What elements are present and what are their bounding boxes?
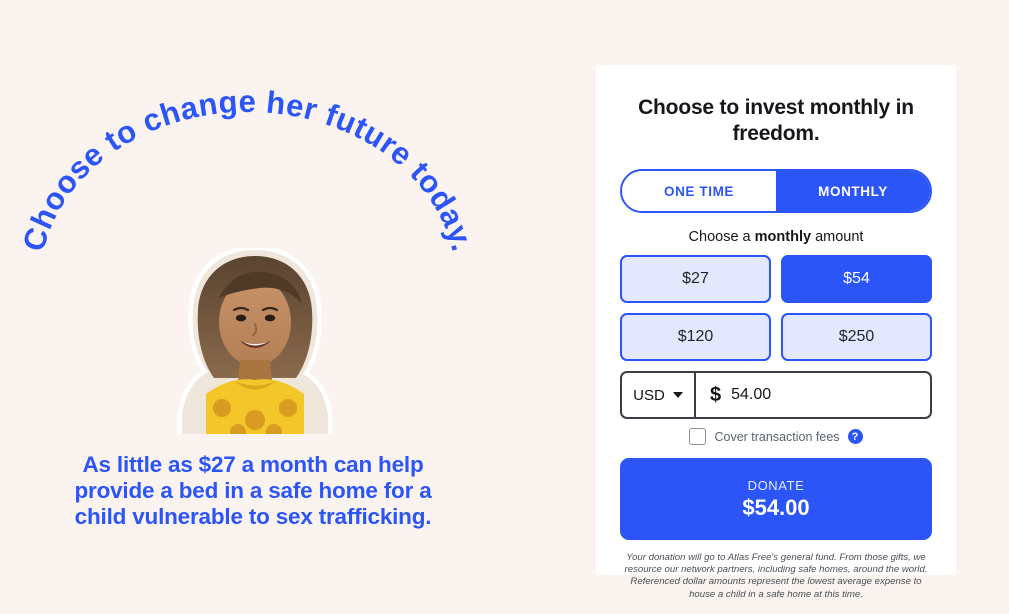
amount-instruction-emphasis: monthly xyxy=(754,229,812,245)
tab-monthly[interactable]: MONTHLY xyxy=(776,171,930,211)
custom-amount-field[interactable]: $ 54.00 xyxy=(696,373,930,417)
disclaimer-text: Your donation will go to Atlas Free's ge… xyxy=(624,552,928,600)
amount-input-row: USD $ 54.00 xyxy=(620,371,932,419)
amount-options: $27 $54 $120 $250 xyxy=(620,255,932,361)
help-icon[interactable]: ? xyxy=(847,429,863,444)
amount-instruction-prefix: Choose a xyxy=(688,229,755,245)
donate-button-amount: $54.00 xyxy=(742,494,810,520)
tab-one-time[interactable]: ONE TIME xyxy=(622,171,776,211)
amount-option-1[interactable]: $27 xyxy=(620,255,771,303)
child-photo xyxy=(176,248,334,434)
custom-amount-value: 54.00 xyxy=(731,386,772,403)
cover-fees-row: Cover transaction fees ? xyxy=(620,428,932,445)
amount-instruction: Choose a monthly amount xyxy=(620,229,932,245)
amount-option-3[interactable]: $120 xyxy=(620,313,771,361)
currency-select-value: USD xyxy=(633,386,665,404)
amount-option-4[interactable]: $250 xyxy=(781,313,932,361)
currency-select[interactable]: USD xyxy=(622,373,696,417)
page-root: Choose to change her future today. As li… xyxy=(0,0,1009,614)
frequency-toggle[interactable]: ONE TIME MONTHLY xyxy=(620,169,932,213)
arc-headline-text: Choose to change her future today. xyxy=(16,84,481,255)
amount-instruction-suffix: amount xyxy=(811,229,864,245)
donate-button[interactable]: DONATE $54.00 xyxy=(620,458,932,540)
page-headline: As little as $27 a month can help provid… xyxy=(74,452,432,529)
cover-fees-label: Cover transaction fees xyxy=(714,429,840,444)
amount-option-2[interactable]: $54 xyxy=(781,255,932,303)
chevron-down-icon xyxy=(672,392,683,398)
card-title: Choose to invest monthly in freedom. xyxy=(638,96,914,145)
dollar-sign-icon: $ xyxy=(710,383,722,406)
cover-fees-checkbox[interactable] xyxy=(689,428,707,445)
donate-button-label: DONATE xyxy=(747,477,805,493)
left-panel: Choose to change her future today. As li… xyxy=(0,0,596,614)
donation-card: Choose to invest monthly in freedom. ONE… xyxy=(596,65,956,600)
